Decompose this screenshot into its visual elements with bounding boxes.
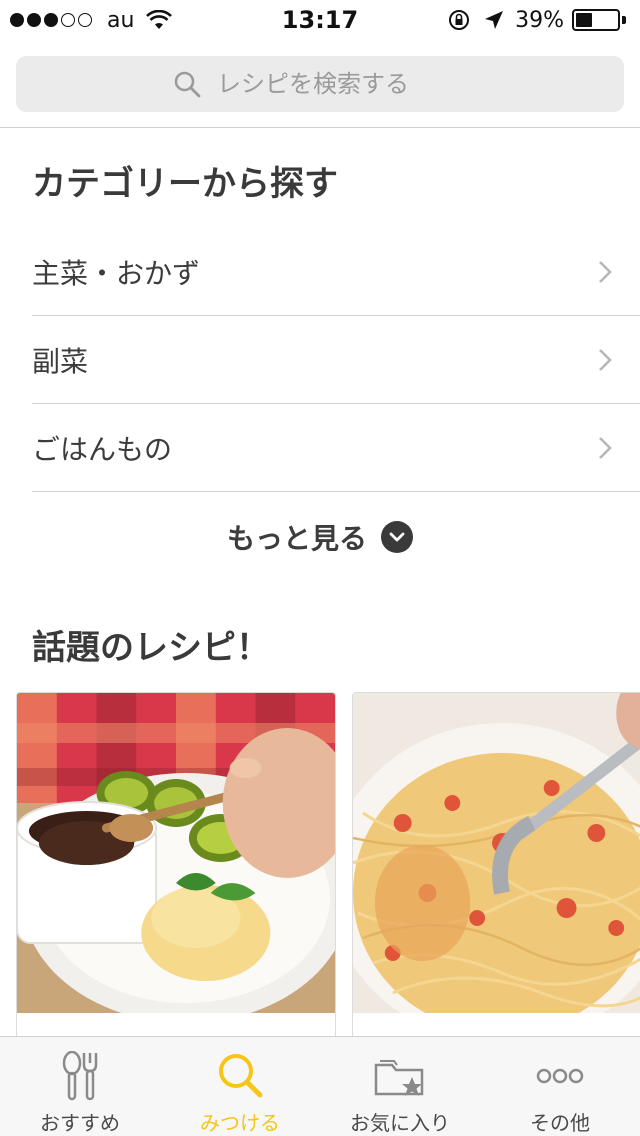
tab-label: みつける: [200, 1111, 280, 1135]
recipe-photo-chocolate-pudding: [17, 693, 335, 1013]
category-section-title: カテゴリーから探す: [32, 164, 338, 204]
recipe-card[interactable]: [352, 692, 640, 1052]
search-icon: [219, 1054, 263, 1098]
more-dots-icon: [536, 1068, 584, 1084]
chevron-right-icon: [599, 437, 612, 459]
chevron-down-circle-icon: [381, 521, 413, 553]
search-bar[interactable]: [16, 56, 624, 112]
chevron-right-icon: [599, 349, 612, 371]
category-item-side-dish[interactable]: 副菜: [32, 316, 640, 404]
tab-find[interactable]: みつける: [160, 1037, 320, 1136]
show-more-button[interactable]: もっと見る: [0, 512, 640, 562]
recipe-card[interactable]: [16, 692, 336, 1052]
folder-star-icon: [374, 1060, 424, 1096]
category-item-label: 主菜・おかず: [32, 256, 201, 290]
category-list: 主菜・おかず 副菜 ごはんもの: [32, 228, 640, 492]
battery-percent: 39%: [515, 7, 564, 33]
tab-bar: おすすめ みつける お気に入り その他: [0, 1036, 640, 1136]
header-divider: [0, 127, 640, 128]
search-icon: [174, 71, 201, 98]
chevron-right-icon: [599, 261, 612, 283]
category-item-rice-dish[interactable]: ごはんもの: [32, 404, 640, 492]
status-right: 39%: [447, 6, 626, 34]
battery-level-fill: [576, 13, 592, 27]
battery-cap: [622, 16, 626, 24]
category-item-label: 副菜: [32, 344, 89, 378]
tab-label: お気に入り: [350, 1111, 450, 1135]
tab-other[interactable]: その他: [480, 1037, 640, 1136]
trending-section-title: 話題のレシピ！: [32, 628, 270, 668]
tab-label: おすすめ: [40, 1111, 120, 1135]
recipe-photo-tomato-cream-pasta: [353, 693, 640, 1013]
tab-favorites[interactable]: お気に入り: [320, 1037, 480, 1136]
category-item-label: ごはんもの: [32, 432, 173, 466]
spoon-fork-icon: [62, 1051, 98, 1101]
category-item-main-dish[interactable]: 主菜・おかず: [32, 228, 640, 316]
show-more-label: もっと見る: [226, 522, 367, 555]
status-bar: au 13:17 39%: [0, 0, 640, 40]
location-arrow-icon: [485, 11, 504, 29]
rotation-lock-icon: [449, 10, 470, 30]
search-input[interactable]: [217, 70, 467, 98]
tab-label: その他: [530, 1111, 590, 1135]
tab-recommended[interactable]: おすすめ: [0, 1037, 160, 1136]
battery-icon: [572, 9, 620, 31]
